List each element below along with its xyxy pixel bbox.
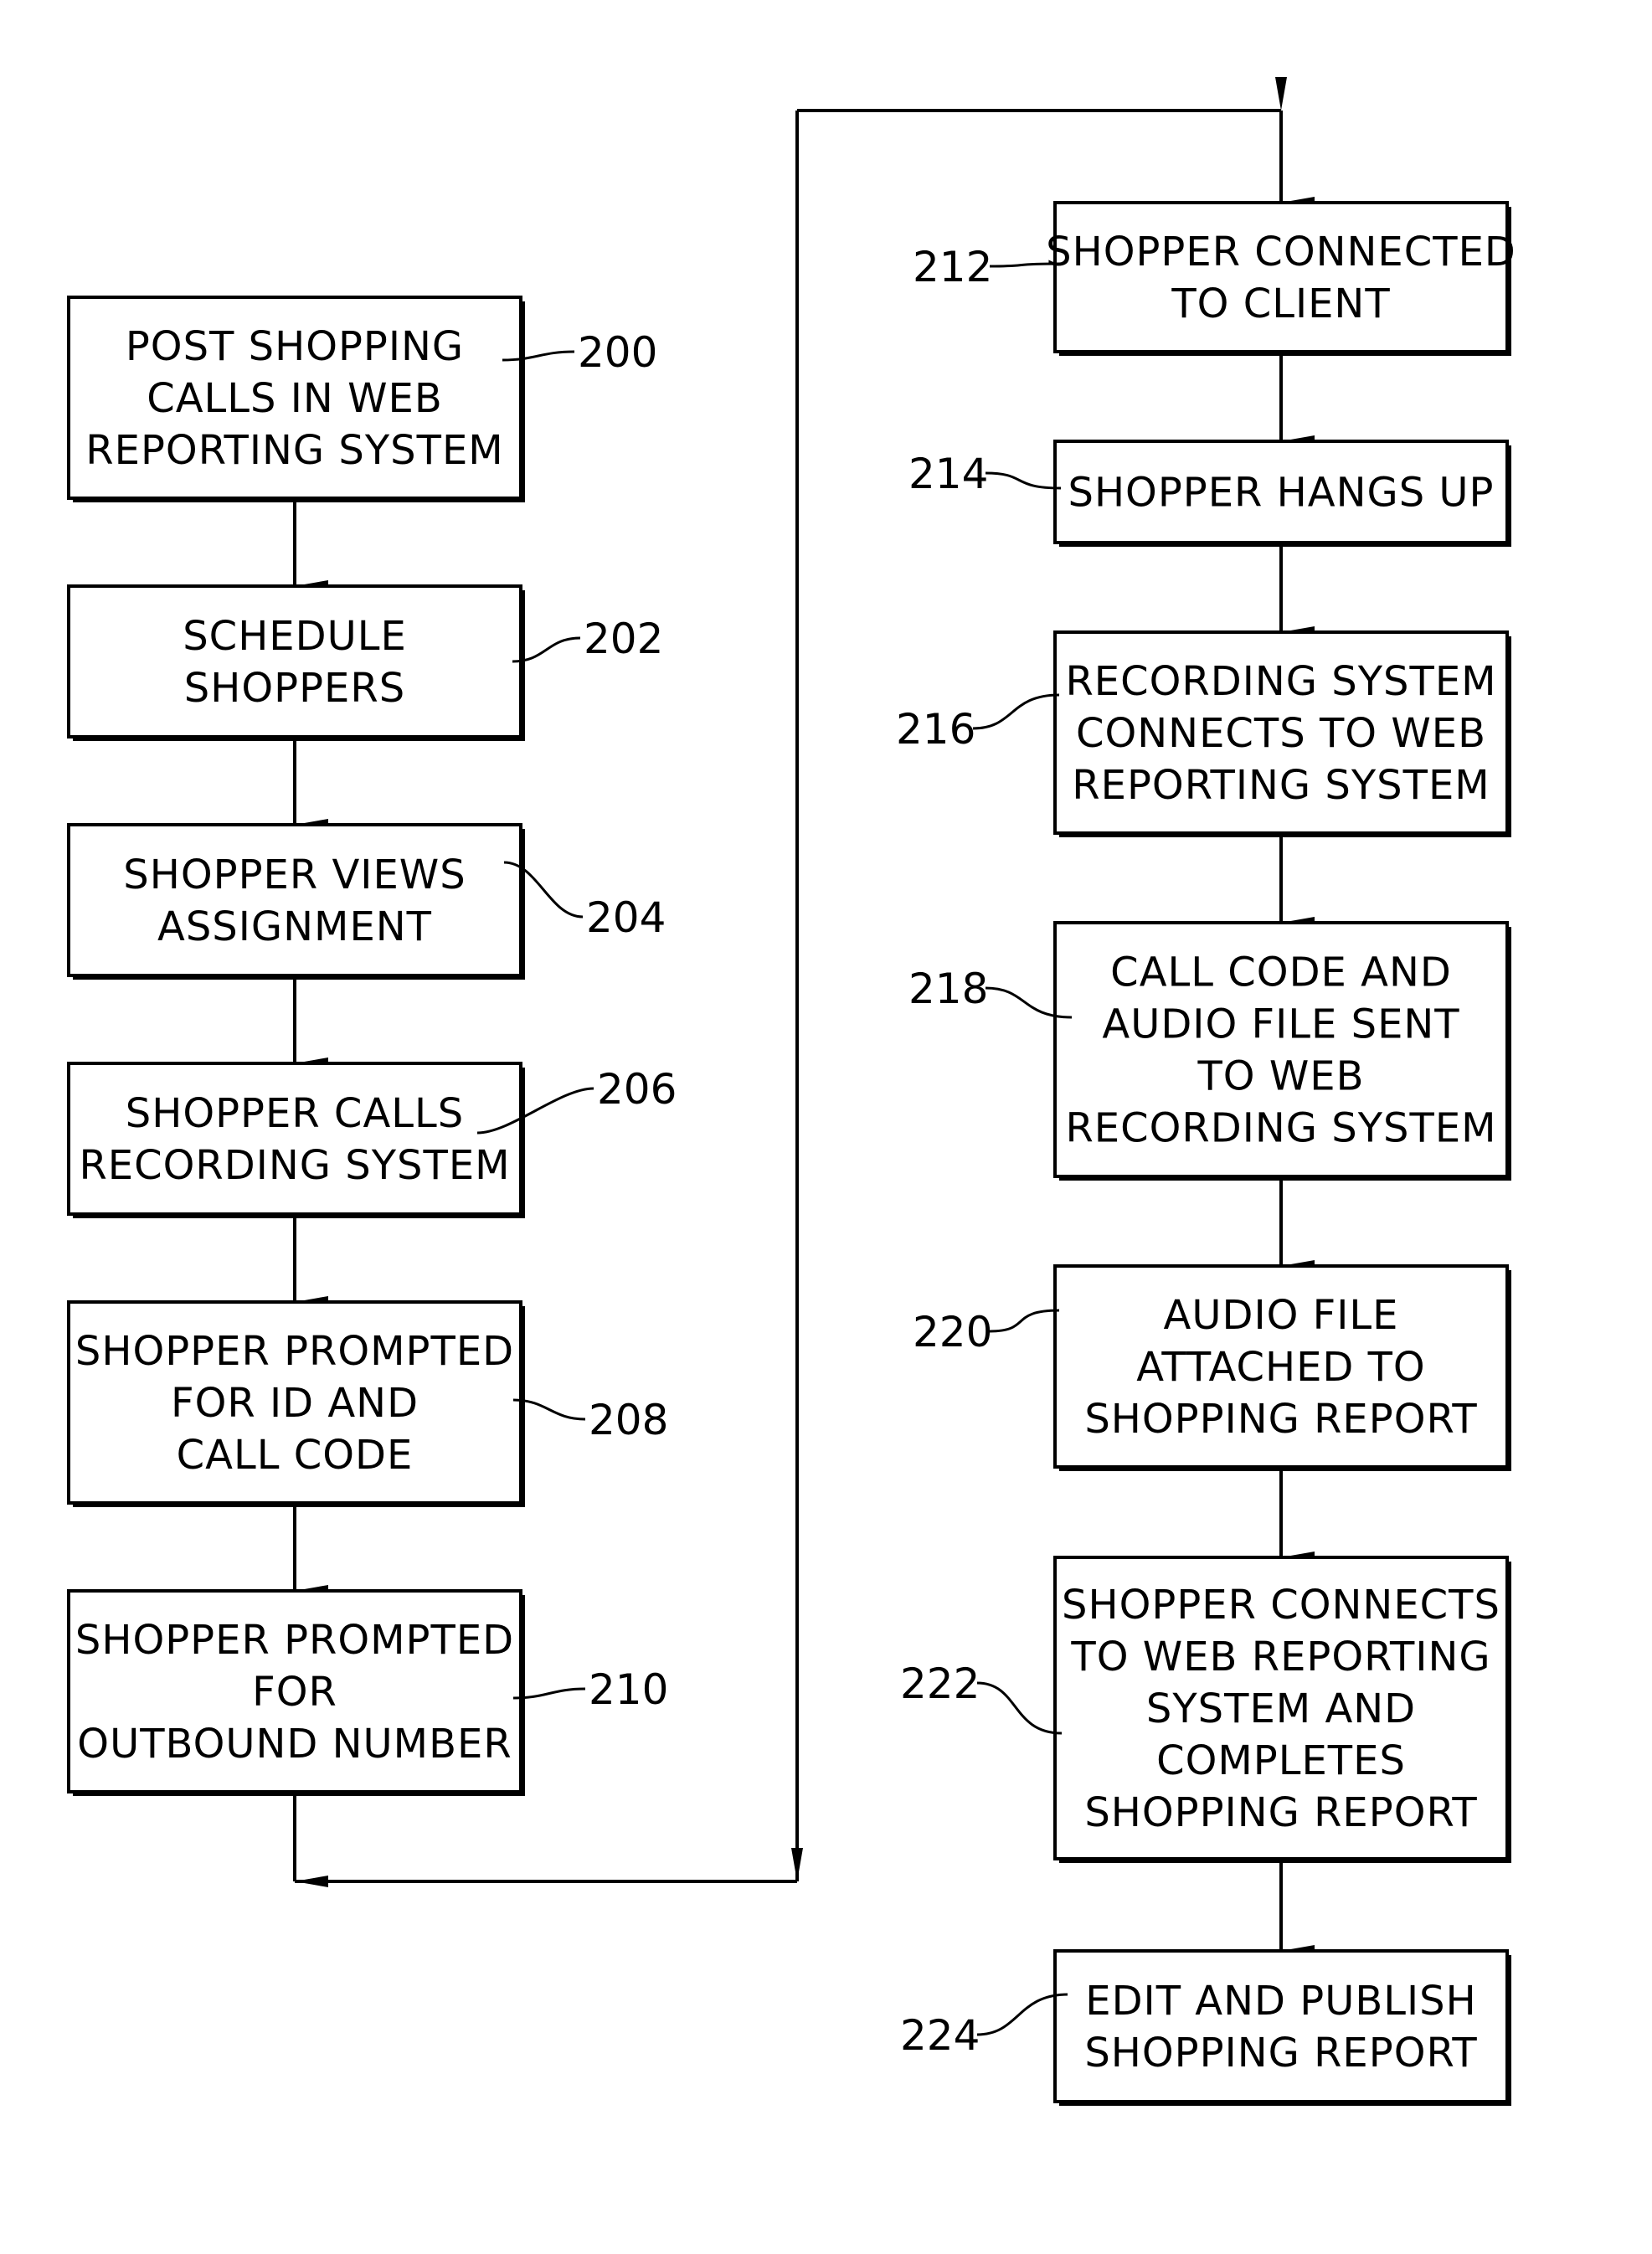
- reference-218: 218: [908, 965, 1073, 1019]
- box-text-line: SHOPPER CALLS: [126, 1090, 464, 1137]
- box-text-line: CALLS IN WEB: [147, 375, 443, 422]
- reference-number: 202: [584, 615, 663, 663]
- box-text-line: ASSIGNMENT: [157, 903, 432, 950]
- box-text-line: FOR ID AND: [171, 1380, 419, 1427]
- reference-number: 200: [578, 328, 657, 377]
- leader-line: [972, 693, 1060, 730]
- process-box-224: EDIT AND PUBLISH SHOPPING REPORT: [1053, 1949, 1511, 2106]
- box-text-line: RECORDING SYSTEM: [79, 1142, 510, 1189]
- box-outline: [1053, 1949, 1509, 2103]
- box-text-line: REPORTING SYSTEM: [1072, 762, 1490, 809]
- box-text-line: AUDIO FILE SENT: [1102, 1001, 1459, 1048]
- box-text-line: SHOPPER HANGS UP: [1068, 470, 1494, 517]
- box-text-line: SHOPPING REPORT: [1084, 1396, 1477, 1443]
- box-text-line: SHOPPER PROMPTED: [75, 1328, 514, 1375]
- box-text-line: SHOPPER CONNECTS: [1062, 1582, 1500, 1629]
- reference-number: 214: [908, 450, 988, 498]
- reference-number: 216: [896, 705, 975, 754]
- reference-number: 212: [913, 243, 992, 291]
- reference-number: 208: [589, 1396, 668, 1444]
- box-text-line: SHOPPING REPORT: [1084, 1789, 1477, 1836]
- process-box-216: RECORDING SYSTEM CONNECTS TO WEB REPORTING…: [1053, 630, 1511, 837]
- box-text-line: SHOPPING REPORT: [1084, 2030, 1477, 2076]
- box-text-line: TO WEB REPORTING: [1070, 1634, 1490, 1680]
- box-text-line: SCHEDULE: [183, 613, 407, 660]
- reference-214: 214: [908, 450, 1062, 498]
- box-text-line: RECORDING SYSTEM: [1065, 1105, 1496, 1152]
- box-text-line: SHOPPER VIEWS: [123, 852, 466, 898]
- process-box-210: SHOPPER PROMPTED FOR OUTBOUND NUMBER: [67, 1589, 525, 1796]
- process-box-200: POST SHOPPING CALLS IN WEB REPORTING SYSTE…: [67, 296, 525, 502]
- process-box-202: SCHEDULE SHOPPERS: [67, 584, 525, 741]
- box-text-line: REPORTING SYSTEM: [85, 427, 503, 474]
- process-box-208: SHOPPER PROMPTED FOR ID AND CALL CODE: [67, 1300, 525, 1507]
- box-outline: [67, 1062, 522, 1216]
- process-box-214: SHOPPER HANGS UP: [1053, 440, 1511, 547]
- reference-number: 222: [900, 1660, 980, 1708]
- box-text-line: SHOPPER PROMPTED: [75, 1617, 514, 1664]
- box-text-line: EDIT AND PUBLISH: [1085, 1978, 1476, 2025]
- reference-202: 202: [512, 615, 663, 663]
- box-text-line: ATTACHED TO: [1136, 1344, 1425, 1391]
- box-text-line: COMPLETES: [1156, 1737, 1406, 1784]
- box-outline: [1053, 201, 1509, 353]
- process-box-212: SHOPPER CONNECTED TO CLIENT: [1046, 201, 1516, 356]
- reference-222: 222: [900, 1660, 1063, 1735]
- reference-number: 220: [913, 1308, 992, 1356]
- process-box-204: SHOPPER VIEWS ASSIGNMENT: [67, 823, 525, 980]
- reference-210: 210: [512, 1665, 668, 1714]
- box-text-line: RECORDING SYSTEM: [1065, 658, 1496, 705]
- process-box-220: AUDIO FILE ATTACHED TO SHOPPING REPORT: [1053, 1264, 1511, 1471]
- box-text-line: CALL CODE: [177, 1432, 414, 1479]
- process-box-218: CALL CODE AND AUDIO FILE SENT TO WEB RECORD…: [1053, 921, 1511, 1181]
- box-text-line: CONNECTS TO WEB: [1076, 710, 1486, 757]
- reference-number: 204: [586, 893, 666, 942]
- box-text-line: TO WEB: [1197, 1053, 1364, 1100]
- box-text-line: OUTBOUND NUMBER: [77, 1721, 512, 1768]
- process-box-206: SHOPPER CALLS RECORDING SYSTEM: [67, 1062, 525, 1218]
- leader-line: [976, 1681, 1063, 1735]
- reference-216: 216: [896, 693, 1060, 754]
- leader-line: [985, 471, 1062, 490]
- reference-200: 200: [502, 328, 657, 377]
- box-outline: [67, 823, 522, 977]
- reference-number: 224: [900, 2011, 980, 2060]
- reference-204: 204: [503, 861, 666, 942]
- box-text-line: SHOPPERS: [184, 665, 405, 712]
- reference-number: 210: [589, 1665, 668, 1714]
- leader-line: [989, 1309, 1060, 1333]
- process-box-222: SHOPPER CONNECTS TO WEB REPORTING SYSTEM A…: [1053, 1556, 1511, 1863]
- reference-212: 212: [913, 243, 1060, 291]
- box-text-line: SYSTEM AND: [1146, 1685, 1416, 1732]
- process-boxes: POST SHOPPING CALLS IN WEB REPORTING SYSTE…: [67, 201, 1516, 2106]
- reference-224: 224: [900, 1993, 1068, 2060]
- reference-leaders: 200 202 204 206 208 210 212 214 216 218 220 222 224: [476, 243, 1073, 2060]
- box-text-line: CALL CODE AND: [1110, 949, 1452, 996]
- flowchart-canvas: POST SHOPPING CALLS IN WEB REPORTING SYSTE…: [67, 77, 1516, 2106]
- reference-number: 206: [597, 1065, 677, 1114]
- reference-220: 220: [913, 1308, 1060, 1356]
- box-outline: [67, 584, 522, 738]
- box-text-line: AUDIO FILE: [1164, 1292, 1399, 1339]
- box-text-line: POST SHOPPING: [126, 323, 464, 370]
- box-text-line: SHOPPER CONNECTED: [1046, 229, 1516, 275]
- box-text-line: FOR: [252, 1669, 337, 1716]
- box-text-line: TO CLIENT: [1171, 280, 1390, 327]
- reference-208: 208: [512, 1396, 668, 1444]
- reference-number: 218: [908, 965, 988, 1013]
